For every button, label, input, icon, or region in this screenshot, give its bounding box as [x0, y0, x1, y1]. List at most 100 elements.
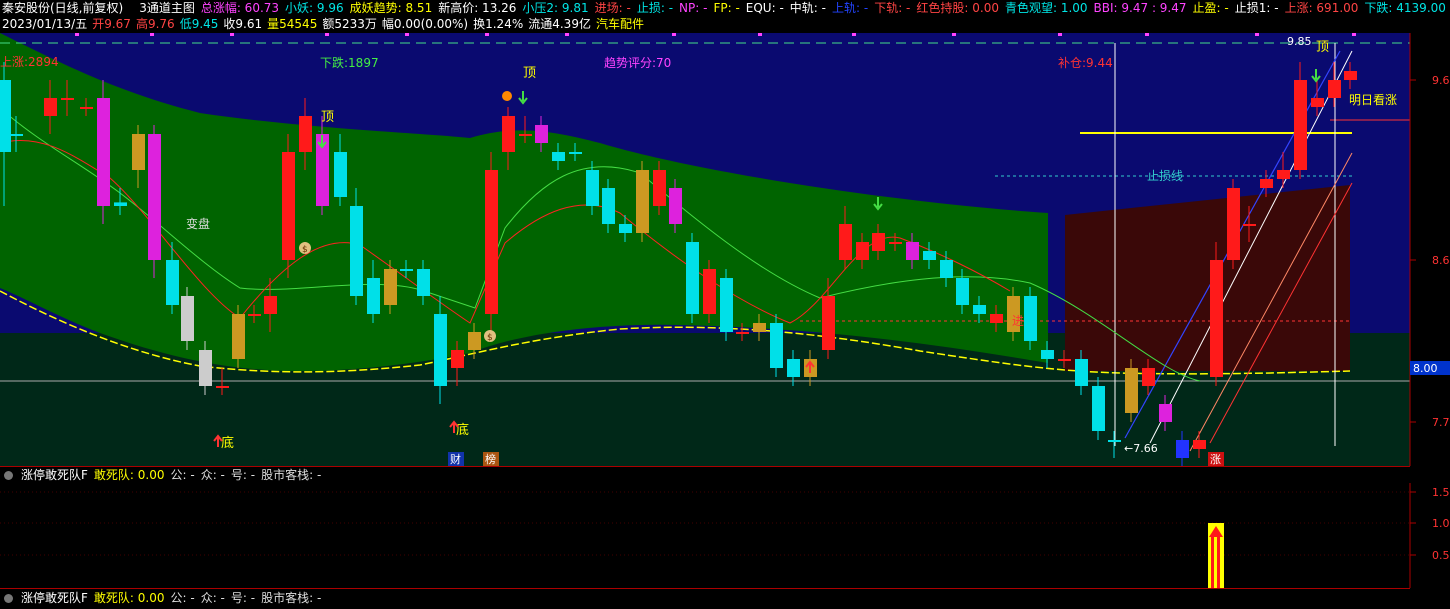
- indicator-value: 新高价: 13.26: [438, 1, 517, 15]
- sub-indicator-value: 公: -: [170, 468, 195, 482]
- top-marker: [485, 33, 489, 36]
- stop-line-label: 止损线: [1147, 169, 1183, 183]
- candle-body: [940, 260, 953, 278]
- candle-body: [1092, 386, 1105, 431]
- indicator-name[interactable]: 涨停敢死队F: [21, 467, 88, 483]
- top-marker: [852, 33, 856, 36]
- candle-body: [1024, 296, 1037, 341]
- sub-indicator-value: 众: -: [200, 468, 225, 482]
- dark-red-zone: [1065, 185, 1350, 371]
- candle-body: [1260, 179, 1273, 188]
- candle-body: [1210, 260, 1223, 377]
- low-price-label: ←7.66: [1124, 442, 1158, 455]
- top-signal-label: 顶: [321, 110, 334, 125]
- candle-body: [264, 296, 277, 314]
- quote-value: 量54545: [267, 17, 318, 31]
- top-signal-label: 顶: [1316, 40, 1329, 55]
- signal-bar-stripe: [1217, 535, 1220, 588]
- candle-body: [400, 269, 413, 271]
- quote-value: 流通4.39亿: [528, 17, 591, 31]
- candle-body: [232, 314, 245, 359]
- candle-body: [384, 269, 397, 305]
- candle-body: [0, 80, 11, 152]
- candle-body: [166, 260, 179, 305]
- indicator-values: 敢死队: 0.00 公: - 众: - 号: - 股市客栈: -: [94, 467, 321, 483]
- candle-body: [653, 170, 666, 206]
- candle-body: [199, 350, 212, 386]
- candle-body: [248, 314, 261, 316]
- top-marker: [758, 33, 762, 36]
- signal-bar-stripe: [1211, 535, 1214, 588]
- sub-indicator-chart[interactable]: 1.5 1.0 0.5: [0, 483, 1450, 588]
- indicator-value: 小妖: 9.96: [285, 1, 344, 15]
- candle-body: [552, 152, 565, 161]
- candle-body: [417, 269, 430, 296]
- top-marker: [1058, 33, 1062, 36]
- quote-value: 开9.67: [92, 17, 131, 31]
- sub-indicator-value: 敢死队: 0.00: [93, 468, 165, 482]
- sub-indicator-value: 号: -: [230, 468, 256, 482]
- indicator-name-2[interactable]: 涨停敢死队F: [21, 590, 88, 606]
- top-marker: [230, 33, 234, 36]
- candle-body: [114, 202, 127, 206]
- candle-body: [299, 116, 312, 152]
- candle-body: [770, 323, 783, 368]
- candle-body: [822, 296, 835, 350]
- candle-body: [535, 125, 548, 143]
- top-marker: [1255, 33, 1259, 36]
- candle-body: [602, 188, 615, 224]
- sub-indicator-value: 股市客栈: -: [261, 591, 322, 605]
- indicator-value: NP: -: [679, 1, 708, 15]
- top-marker: [565, 33, 569, 36]
- panel-divider-bottom: [0, 588, 1410, 589]
- candle-body: [1125, 368, 1138, 413]
- price-tick-label: 8.6: [1432, 254, 1450, 267]
- candle-body: [1311, 98, 1324, 107]
- indicator-value: EQU: -: [745, 1, 784, 15]
- candle-body: [669, 188, 682, 224]
- candle-body: [1243, 224, 1256, 226]
- candle-body: [282, 152, 295, 260]
- price-tick-label: 7.7: [1432, 416, 1450, 429]
- up-count-label: 上涨:2894: [0, 54, 59, 69]
- candle-body: [569, 152, 582, 154]
- sub-tick-label: 1.5: [1432, 486, 1450, 499]
- top-marker: [1145, 33, 1149, 36]
- money-bag-icon: $: [487, 333, 493, 343]
- down-count-label: 下跌:1897: [320, 55, 379, 70]
- candle-body: [181, 296, 194, 341]
- candle-body: [148, 134, 161, 260]
- stock-title[interactable]: 秦安股份(日线,前复权): [2, 0, 123, 16]
- indicator-value: 止损: -: [636, 1, 674, 15]
- top-marker: [1352, 33, 1356, 36]
- template-name[interactable]: 3通道主图: [139, 0, 195, 16]
- sub-indicator-value: 公: -: [170, 591, 195, 605]
- money-bag-icon: $: [302, 245, 308, 255]
- high-price-label: 9.85: [1287, 35, 1312, 48]
- sub-indicator-value: 股市客栈: -: [261, 468, 322, 482]
- runner-icon: [502, 91, 512, 101]
- main-kline-chart[interactable]: 9.6 8.6 7.7 8.00 上涨:2894 下跌:1897 趋势评分:70 补仓:9.4…: [0, 33, 1450, 466]
- indicator-value: 下跌: 4139.00: [1364, 1, 1446, 15]
- candle-body: [636, 170, 649, 233]
- indicator-value: 青色观望: 1.00: [1004, 1, 1088, 15]
- candle-body: [44, 98, 57, 116]
- indicator-value: 上涨: 691.00: [1284, 1, 1359, 15]
- candle-body: [502, 116, 515, 152]
- dropdown-icon[interactable]: [4, 470, 13, 480]
- dropdown-icon[interactable]: [4, 593, 13, 603]
- top-marker: [672, 33, 676, 36]
- badge-zhang-text: 涨: [1210, 453, 1221, 466]
- candle-body: [872, 233, 885, 251]
- sub-tick-label: 0.5: [1432, 549, 1450, 562]
- quote-value: 额5233万: [322, 17, 377, 31]
- bottom-signal-label: 底: [221, 435, 234, 451]
- candle-body: [736, 332, 749, 334]
- sub-background: [0, 483, 1450, 588]
- indicator-value: 小压2: 9.81: [522, 1, 589, 15]
- indicator-value: 中轨: -: [789, 1, 826, 15]
- indicator-value: 止损1: -: [1234, 1, 1279, 15]
- indicator-value: 红色持股: 0.00: [916, 1, 999, 15]
- candle-body: [720, 278, 733, 332]
- trend-score-label: 趋势评分:70: [604, 56, 671, 70]
